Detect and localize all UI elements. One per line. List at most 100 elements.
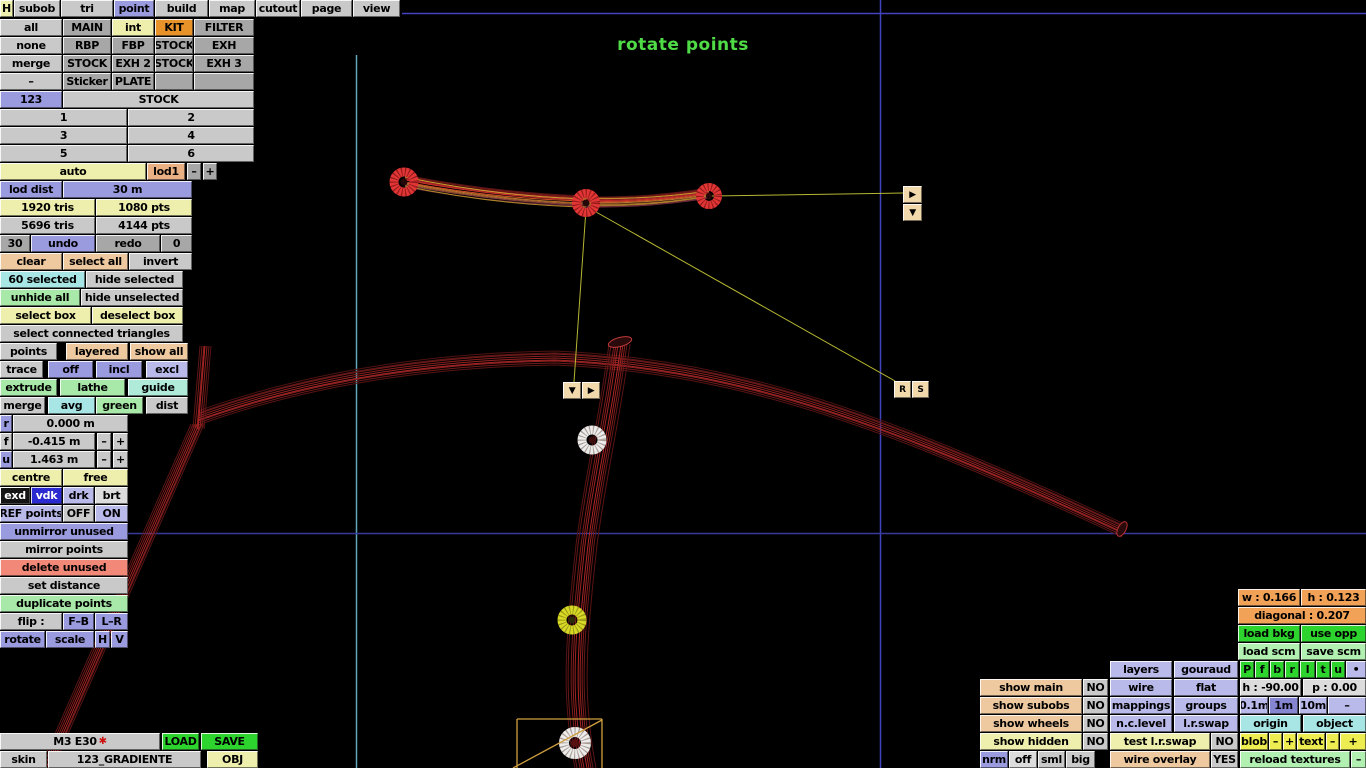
group-empty-2[interactable] — [194, 73, 254, 90]
reload-textures-button[interactable]: reload textures — [1240, 751, 1350, 768]
extrude-button[interactable]: extrude — [0, 379, 57, 396]
sel-all-button[interactable]: all — [0, 19, 62, 36]
group-kit-button[interactable]: KIT — [155, 19, 193, 36]
coord-f-minus[interactable]: – — [97, 433, 111, 450]
flip-h-button[interactable]: H — [95, 631, 110, 648]
sel-merge-button[interactable]: merge — [0, 55, 62, 72]
flip-v-button[interactable]: V — [111, 631, 128, 648]
variant-stock-button[interactable]: STOCK — [63, 91, 254, 108]
group-stock3-button[interactable]: STOCK — [155, 55, 193, 72]
text-minus-button[interactable]: – — [1326, 733, 1339, 750]
text-plus-button[interactable]: + — [1340, 733, 1366, 750]
deselect-box-button[interactable]: deselect box — [92, 307, 183, 324]
points-button[interactable]: points — [0, 343, 57, 360]
nclevel-button[interactable]: n.c.level — [1110, 715, 1172, 732]
group-rbp-button[interactable]: RBP — [63, 37, 111, 54]
coord-u-plus[interactable]: + — [113, 451, 128, 468]
group-empty-1[interactable] — [155, 73, 193, 90]
menu-subob[interactable]: subob — [14, 0, 60, 17]
load-bkg-button[interactable]: load bkg — [1238, 625, 1300, 642]
group-stock2-button[interactable]: STOCK — [63, 55, 111, 72]
mappings-button[interactable]: mappings — [1110, 697, 1172, 714]
slot-2-button[interactable]: 2 — [128, 109, 254, 126]
menu-view[interactable]: view — [353, 0, 400, 17]
select-connected-triangles-button[interactable]: select connected triangles — [0, 325, 183, 342]
group-filter-button[interactable]: FILTER — [194, 19, 254, 36]
grid-10m-button[interactable]: 10m — [1299, 697, 1327, 714]
obj-button[interactable]: OBJ — [207, 751, 258, 768]
grid-minus-button[interactable]: – — [1328, 697, 1366, 714]
groups-button[interactable]: groups — [1174, 697, 1238, 714]
model-name[interactable]: M3 E30 ✱ — [0, 733, 160, 750]
group-fbp-button[interactable]: FBP — [112, 37, 154, 54]
exd-button[interactable]: exd — [0, 487, 30, 504]
wire-overlay-toggle[interactable]: YES — [1211, 751, 1238, 768]
grid-1m-button[interactable]: 1m — [1269, 697, 1298, 714]
scale-button[interactable]: scale — [46, 631, 94, 648]
wire-overlay-button[interactable]: wire overlay — [1110, 751, 1210, 768]
clear-button[interactable]: clear — [0, 253, 62, 270]
menu-page[interactable]: page — [301, 0, 352, 17]
show-subobs-toggle[interactable]: NO — [1083, 697, 1108, 714]
slot-6-button[interactable]: 6 — [128, 145, 254, 162]
layered-button[interactable]: layered — [66, 343, 128, 360]
coord-f-value[interactable]: -0.415 m — [13, 433, 95, 450]
show-hidden-toggle[interactable]: NO — [1083, 733, 1108, 750]
lod-plus-button[interactable]: + — [203, 163, 217, 180]
hide-selected-button[interactable]: hide selected — [86, 271, 183, 288]
select-box-button[interactable]: select box — [0, 307, 91, 324]
grid-01m-button[interactable]: 0.1m — [1240, 697, 1268, 714]
free-button[interactable]: free — [63, 469, 128, 486]
nrm-button[interactable]: nrm — [980, 751, 1008, 768]
handle-right2-button[interactable]: ▶ — [582, 382, 600, 399]
nrm-off-button[interactable]: off — [1009, 751, 1037, 768]
merge-green-button[interactable]: green — [96, 397, 143, 414]
menu-h[interactable]: H — [0, 0, 13, 17]
slot-5-button[interactable]: 5 — [0, 145, 127, 162]
lod-minus-button[interactable]: – — [187, 163, 201, 180]
unmirror-unused-button[interactable]: unmirror unused — [0, 523, 128, 540]
menu-build[interactable]: build — [155, 0, 208, 17]
view-u-button[interactable]: u — [1331, 661, 1345, 678]
text-button[interactable]: text — [1297, 733, 1325, 750]
duplicate-points-button[interactable]: duplicate points — [0, 595, 128, 612]
guide-button[interactable]: guide — [128, 379, 188, 396]
show-all-button[interactable]: show all — [130, 343, 188, 360]
merge-button[interactable]: merge — [0, 397, 45, 414]
vdk-button[interactable]: vdk — [31, 487, 62, 504]
nrm-big-button[interactable]: big — [1066, 751, 1095, 768]
rotate-button[interactable]: rotate — [0, 631, 45, 648]
group-sticker-button[interactable]: Sticker — [63, 73, 111, 90]
blob-minus-button[interactable]: – — [1269, 733, 1282, 750]
menu-map[interactable]: map — [209, 0, 255, 17]
trace-excl-button[interactable]: excl — [146, 361, 188, 378]
handle-down2-button[interactable]: ▼ — [563, 382, 581, 399]
lathe-button[interactable]: lathe — [60, 379, 125, 396]
group-plate-button[interactable]: PLATE — [112, 73, 154, 90]
trace-button[interactable]: trace — [0, 361, 43, 378]
coord-r-value[interactable]: 0.000 m — [13, 415, 128, 432]
coord-u-value[interactable]: 1.463 m — [13, 451, 95, 468]
brt-button[interactable]: brt — [95, 487, 128, 504]
lod-lod1-button[interactable]: lod1 — [147, 163, 185, 180]
group-exh2-button[interactable]: EXH 2 — [112, 55, 154, 72]
coord-u-minus[interactable]: – — [97, 451, 111, 468]
invert-button[interactable]: invert — [129, 253, 192, 270]
slot-1-button[interactable]: 1 — [0, 109, 127, 126]
flip-lr-button[interactable]: L–R — [95, 613, 128, 630]
sel-none-button[interactable]: none — [0, 37, 62, 54]
origin-button[interactable]: origin — [1240, 715, 1301, 732]
flip-fb-button[interactable]: F–B — [63, 613, 94, 630]
view-t-button[interactable]: t — [1316, 661, 1330, 678]
lod-dist-value[interactable]: 30 m — [63, 181, 192, 198]
menu-point[interactable]: point — [114, 0, 154, 17]
delete-unused-button[interactable]: delete unused — [0, 559, 128, 576]
save-button[interactable]: SAVE — [201, 733, 258, 750]
handle-down-button[interactable]: ▼ — [903, 204, 922, 221]
redo-button[interactable]: redo — [96, 235, 160, 252]
lrswap-button[interactable]: l.r.swap — [1174, 715, 1238, 732]
handle-scale-button[interactable]: S — [912, 381, 929, 398]
flat-button[interactable]: flat — [1174, 679, 1238, 696]
show-wheels-toggle[interactable]: NO — [1083, 715, 1108, 732]
save-scm-button[interactable]: save scm — [1301, 643, 1366, 660]
